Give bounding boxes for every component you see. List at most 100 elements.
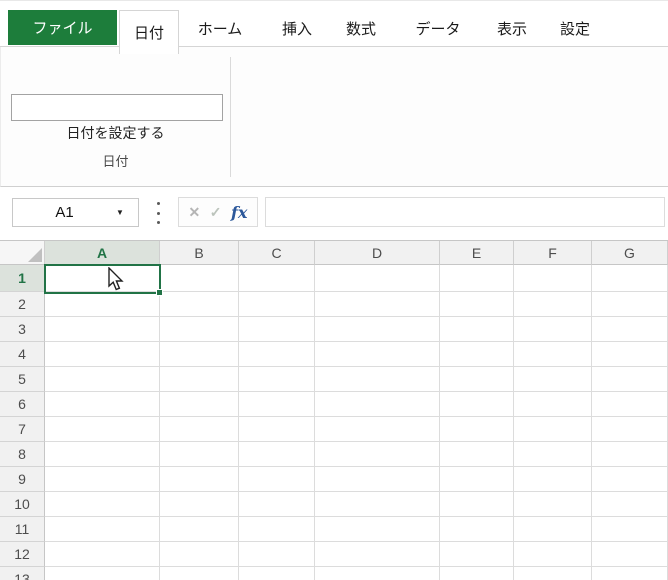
cell-C7[interactable] [239, 417, 315, 442]
cell-G6[interactable] [592, 392, 668, 417]
cell-E10[interactable] [440, 492, 514, 517]
tab-settings[interactable]: 設定 [546, 10, 604, 47]
cell-E13[interactable] [440, 567, 514, 580]
cell-A2[interactable] [45, 292, 160, 317]
cell-A11[interactable] [45, 517, 160, 542]
cell-C3[interactable] [239, 317, 315, 342]
column-header-A[interactable]: A [45, 241, 160, 265]
formula-input[interactable] [265, 197, 665, 227]
cell-D6[interactable] [315, 392, 440, 417]
row-header-10[interactable]: 10 [0, 492, 45, 517]
cell-G5[interactable] [592, 367, 668, 392]
cell-F11[interactable] [514, 517, 592, 542]
cell-A7[interactable] [45, 417, 160, 442]
cell-E12[interactable] [440, 542, 514, 567]
cell-D4[interactable] [315, 342, 440, 367]
cell-F8[interactable] [514, 442, 592, 467]
cell-G1[interactable] [592, 265, 668, 292]
column-header-D[interactable]: D [315, 241, 440, 265]
cell-B1[interactable] [160, 265, 239, 292]
cell-B5[interactable] [160, 367, 239, 392]
cell-E4[interactable] [440, 342, 514, 367]
cell-B12[interactable] [160, 542, 239, 567]
cell-C12[interactable] [239, 542, 315, 567]
cell-C10[interactable] [239, 492, 315, 517]
cell-G11[interactable] [592, 517, 668, 542]
column-header-F[interactable]: F [514, 241, 592, 265]
cell-E1[interactable] [440, 265, 514, 292]
cell-G3[interactable] [592, 317, 668, 342]
cell-C5[interactable] [239, 367, 315, 392]
enter-icon[interactable]: ✓ [210, 204, 222, 221]
cell-F5[interactable] [514, 367, 592, 392]
cell-D13[interactable] [315, 567, 440, 580]
cell-A12[interactable] [45, 542, 160, 567]
cell-G7[interactable] [592, 417, 668, 442]
cell-D7[interactable] [315, 417, 440, 442]
row-header-7[interactable]: 7 [0, 417, 45, 442]
row-header-9[interactable]: 9 [0, 467, 45, 492]
row-header-8[interactable]: 8 [0, 442, 45, 467]
cell-E3[interactable] [440, 317, 514, 342]
cell-F4[interactable] [514, 342, 592, 367]
date-input[interactable] [11, 94, 223, 121]
chevron-down-icon[interactable]: ▼ [116, 208, 138, 217]
cell-E2[interactable] [440, 292, 514, 317]
cell-B7[interactable] [160, 417, 239, 442]
cell-A8[interactable] [45, 442, 160, 467]
column-header-C[interactable]: C [239, 241, 315, 265]
cell-E8[interactable] [440, 442, 514, 467]
cell-G9[interactable] [592, 467, 668, 492]
cell-G10[interactable] [592, 492, 668, 517]
cell-A4[interactable] [45, 342, 160, 367]
insert-function-icon[interactable]: fx [231, 203, 247, 222]
cell-D3[interactable] [315, 317, 440, 342]
cell-D5[interactable] [315, 367, 440, 392]
cell-F1[interactable] [514, 265, 592, 292]
row-header-11[interactable]: 11 [0, 517, 45, 542]
cell-C6[interactable] [239, 392, 315, 417]
cell-D11[interactable] [315, 517, 440, 542]
tab-formulas[interactable]: 数式 [332, 10, 390, 47]
cell-F10[interactable] [514, 492, 592, 517]
cell-A3[interactable] [45, 317, 160, 342]
select-all-corner[interactable] [0, 241, 45, 265]
row-header-2[interactable]: 2 [0, 292, 45, 317]
cell-B13[interactable] [160, 567, 239, 580]
row-header-5[interactable]: 5 [0, 367, 45, 392]
cell-E7[interactable] [440, 417, 514, 442]
cell-F3[interactable] [514, 317, 592, 342]
cell-B10[interactable] [160, 492, 239, 517]
row-header-6[interactable]: 6 [0, 392, 45, 417]
cell-F2[interactable] [514, 292, 592, 317]
cell-D8[interactable] [315, 442, 440, 467]
cell-C2[interactable] [239, 292, 315, 317]
cell-D2[interactable] [315, 292, 440, 317]
cell-A10[interactable] [45, 492, 160, 517]
column-header-G[interactable]: G [592, 241, 668, 265]
cell-D12[interactable] [315, 542, 440, 567]
cell-D1[interactable] [315, 265, 440, 292]
cell-A5[interactable] [45, 367, 160, 392]
cell-F12[interactable] [514, 542, 592, 567]
formula-bar-drag-handle[interactable] [153, 202, 163, 224]
cell-G13[interactable] [592, 567, 668, 580]
cell-F6[interactable] [514, 392, 592, 417]
cell-E5[interactable] [440, 367, 514, 392]
cell-E9[interactable] [440, 467, 514, 492]
name-box[interactable]: A1 ▼ [12, 198, 139, 227]
row-header-4[interactable]: 4 [0, 342, 45, 367]
cell-G8[interactable] [592, 442, 668, 467]
cell-B8[interactable] [160, 442, 239, 467]
cell-B3[interactable] [160, 317, 239, 342]
row-header-12[interactable]: 12 [0, 542, 45, 567]
cell-B9[interactable] [160, 467, 239, 492]
tab-home[interactable]: ホーム [184, 10, 257, 47]
cell-F13[interactable] [514, 567, 592, 580]
cell-C8[interactable] [239, 442, 315, 467]
cell-A9[interactable] [45, 467, 160, 492]
cell-A6[interactable] [45, 392, 160, 417]
row-header-1[interactable]: 1 [0, 265, 45, 292]
row-header-3[interactable]: 3 [0, 317, 45, 342]
tab-insert[interactable]: 挿入 [268, 10, 326, 47]
